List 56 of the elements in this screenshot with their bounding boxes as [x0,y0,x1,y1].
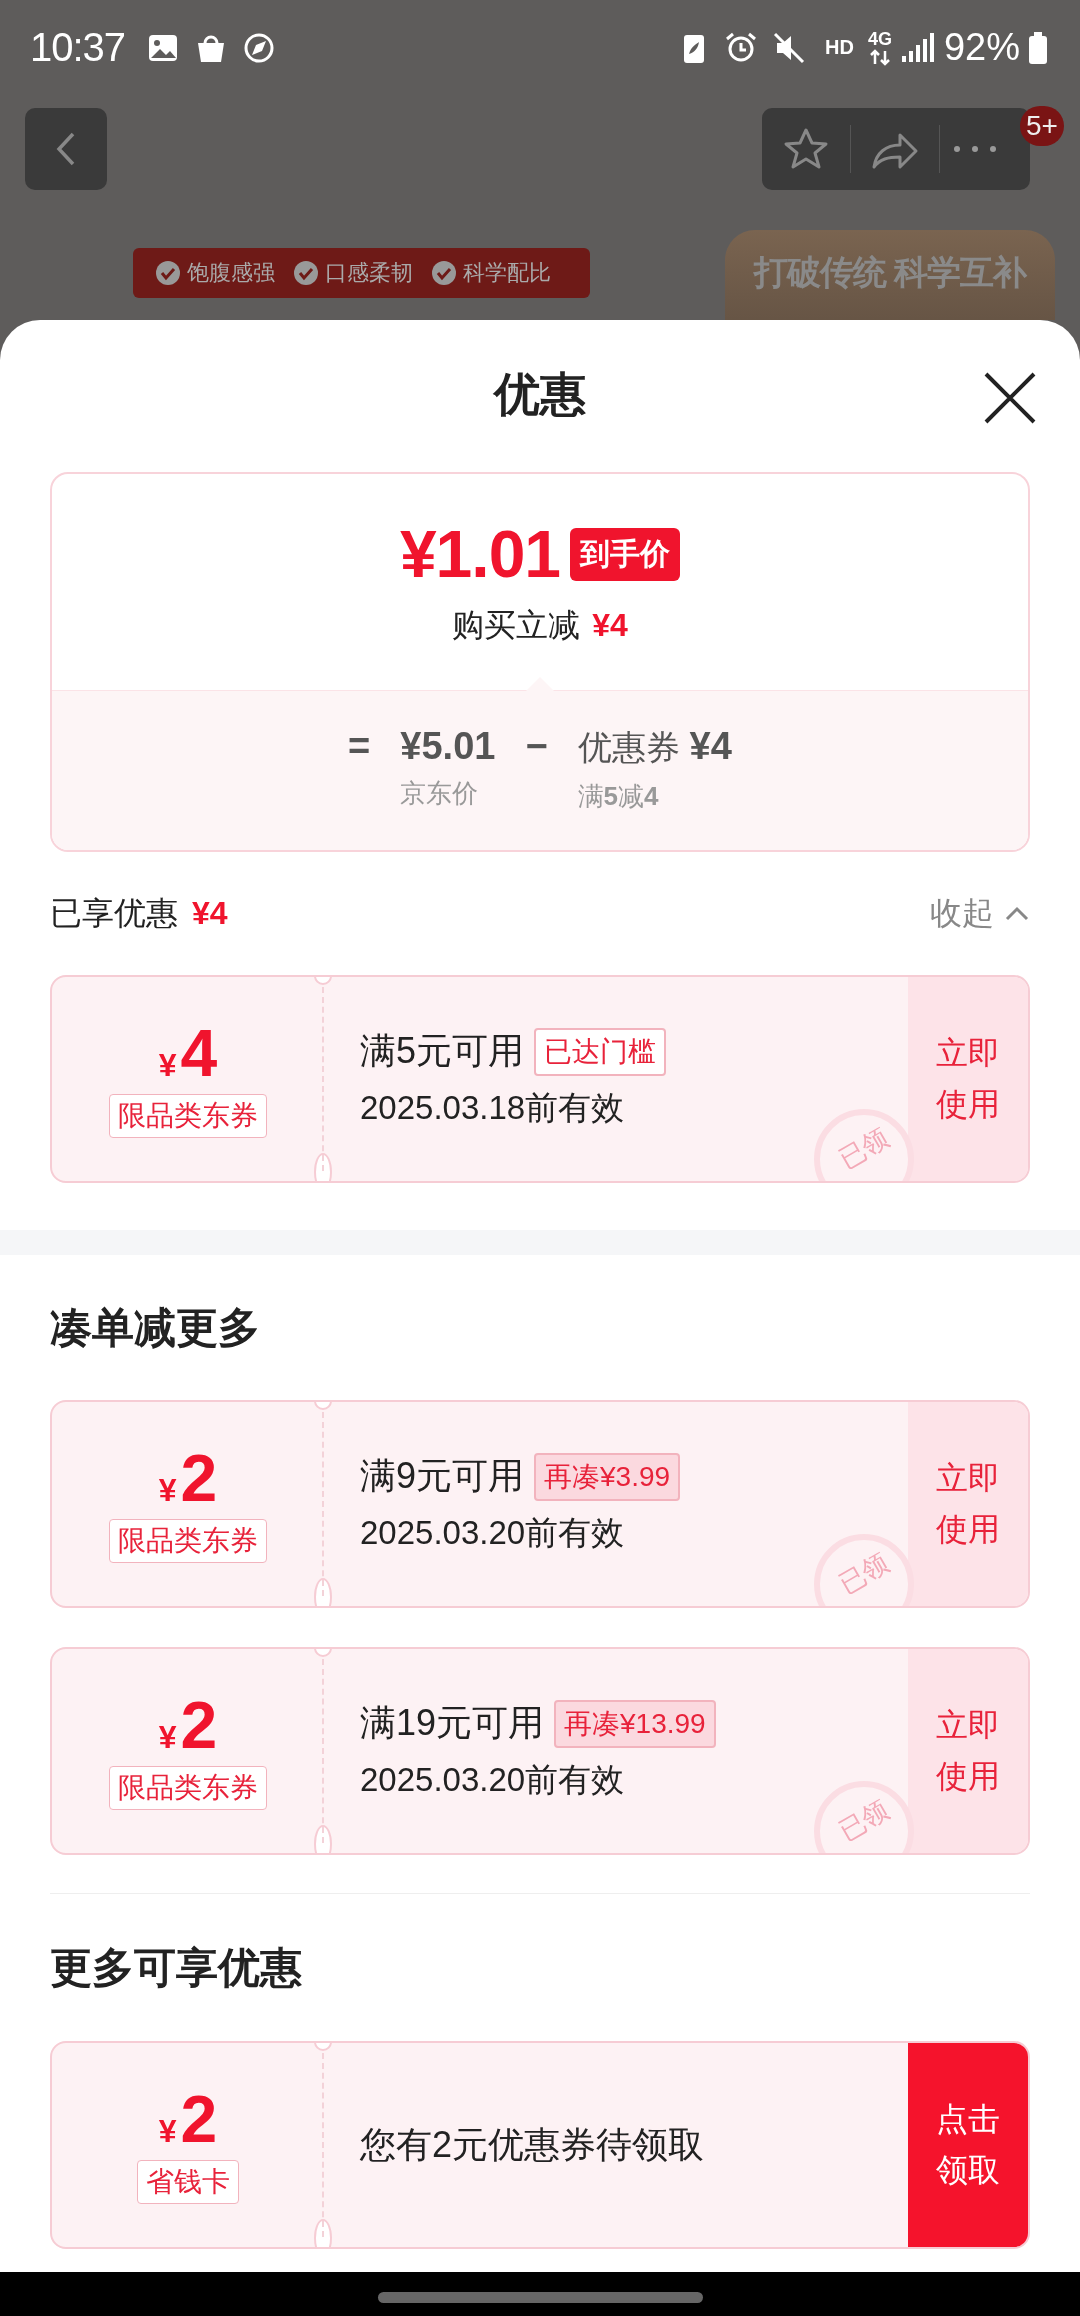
final-price: ¥1.01 [399,516,561,592]
coupon-condition: 满5元可用 [360,1029,525,1073]
check-circle-icon [293,260,319,286]
collapse-toggle[interactable]: 收起 [930,891,1030,936]
check-circle-icon [155,260,181,286]
data-arrows-icon [868,47,891,66]
battery-icon [1026,29,1050,66]
equals-sign: = [348,725,371,768]
threshold-tag: 再凑¥3.99 [534,1452,681,1501]
coupon-amount: ¥4 [158,1020,218,1086]
more-dots-icon [951,143,999,155]
coupon-amount: ¥2 [158,2086,218,2152]
sheet-title: 优惠 [494,367,586,422]
original-price: ¥5.01 [400,725,496,768]
network-indicator: 4G [867,29,892,66]
coupon-type-tag: 省钱卡 [137,2160,239,2204]
coupon-action-button[interactable]: 点击领取 [908,2043,1028,2247]
applied-discount-label: 已享优惠 [50,893,178,933]
coupon-action-button[interactable]: 立即使用 [908,1402,1028,1606]
feature-label: 口感柔韧 [325,259,413,287]
coupon-condition: 满19元可用 [360,1701,545,1745]
hd-indicator: HD [825,36,854,59]
coupon-amount: ¥2 [158,1445,218,1511]
saving-label: 购买立减 [452,606,581,645]
coupon-message: 您有2元优惠券待领取 [360,2122,706,2167]
promo-banner: 打破传统 科学互补 [725,230,1055,320]
validity-date: 2025.03.20前有效 [360,1760,626,1800]
threshold-tag: 已达门槛 [534,1027,667,1076]
coupon-type-tag: 限品类东券 [109,1094,267,1138]
coupon-amount: ¥2 [158,1692,218,1758]
coupon-action-button[interactable]: 立即使用 [908,1649,1028,1853]
feature-label: 饱腹感强 [187,259,275,287]
section-title: 更多可享优惠 [49,1942,303,1993]
coupon-action-button[interactable]: 立即使用 [908,977,1028,1181]
battery-level: 92% [943,26,1020,69]
validity-date: 2025.03.20前有效 [360,1513,626,1553]
clock-time: 10:37 [30,25,126,70]
final-price-tag: 到手价 [570,527,681,581]
back-button[interactable] [25,108,107,190]
coupon-condition: 满9元可用 [360,1454,525,1498]
applied-discount-amount: ¥4 [192,895,228,932]
coupon-rule: 满5减4 [577,780,660,813]
saving-amount: ¥4 [592,607,628,644]
minus-sign: − [525,725,548,768]
threshold-tag: 再凑¥13.99 [554,1699,716,1748]
coupon-discount-label: 优惠券 [577,727,680,768]
validity-date: 2025.03.18前有效 [360,1088,626,1128]
section-title: 凑单减更多 [49,1302,261,1353]
feature-label: 科学配比 [463,259,551,287]
notification-badge: 5+ [1020,106,1064,146]
check-circle-icon [431,260,457,286]
coupon-type-tag: 限品类东券 [109,1766,267,1810]
original-price-label: 京东价 [400,777,480,810]
home-handle[interactable] [377,2291,703,2303]
coupon-type-tag: 限品类东券 [109,1519,267,1563]
coupon-discount-amount: ¥4 [689,725,732,768]
